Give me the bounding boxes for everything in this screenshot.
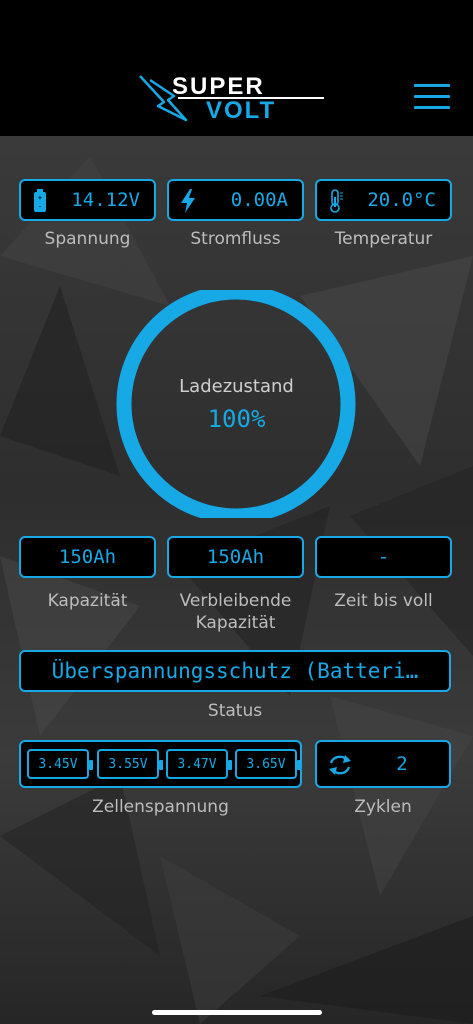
current-value: 0.00A: [230, 189, 288, 211]
refresh-cycle-icon: [329, 755, 351, 775]
temperature-label: Temperatur: [334, 229, 433, 249]
voltage-value: 14.12V: [71, 189, 140, 211]
current-box: 0.00A: [167, 179, 304, 221]
logo-text-super: SUPER: [172, 73, 265, 100]
cycles-box: 2: [315, 740, 451, 788]
charge-title: Ladezustand: [179, 376, 294, 397]
time-to-full-box: -: [315, 536, 452, 578]
capacity-box: 150Ah: [19, 536, 156, 578]
cell-voltage-label: Zellenspannung: [92, 797, 229, 817]
remaining-capacity-label-line1: Verbleibende: [179, 591, 292, 611]
charge-value: 100%: [207, 405, 266, 433]
current-label: Stromfluss: [190, 229, 281, 249]
hamburger-menu-icon[interactable]: [414, 84, 450, 112]
remaining-capacity-label: Verbleibende Kapazität: [157, 590, 314, 634]
battery-icon: + -: [34, 189, 46, 212]
cell-voltage-3: 3.47V: [166, 749, 232, 779]
status-label: Status: [207, 701, 263, 721]
cycles-label: Zyklen: [354, 797, 412, 817]
app-header: SUPER VOLT: [0, 0, 473, 136]
lightning-icon: [181, 189, 195, 213]
cell-voltage-2: 3.55V: [97, 749, 163, 779]
supervolt-logo: SUPER VOLT: [139, 73, 324, 124]
status-box: Überspannungsschutz (Batteri…: [19, 650, 451, 692]
cell-voltage-4: 3.65V: [235, 749, 301, 779]
time-to-full-value: -: [377, 546, 390, 568]
capacity-label: Kapazität: [47, 591, 128, 611]
temperature-value: 20.0°C: [367, 189, 436, 211]
background-pattern: [0, 136, 473, 1024]
voltage-label: Spannung: [44, 229, 131, 249]
home-indicator[interactable]: [152, 1010, 322, 1015]
cell-voltage-1: 3.45V: [27, 749, 93, 779]
temperature-box: 20.0°C: [315, 179, 452, 221]
remaining-capacity-label-line2: Kapazität: [195, 613, 276, 633]
svg-text:-: -: [38, 203, 42, 211]
status-value: Überspannungsschutz (Batteri…: [51, 659, 419, 683]
time-to-full-label: Zeit bis voll: [334, 591, 433, 611]
remaining-capacity-box: 150Ah: [167, 536, 304, 578]
thermometer-icon: [330, 189, 343, 213]
remaining-capacity-value: 150Ah: [206, 546, 265, 568]
voltage-box: + - 14.12V: [19, 179, 156, 221]
charge-ring: [116, 290, 356, 518]
svg-text:+: +: [38, 194, 42, 202]
logo-text-volt: VOLT: [206, 97, 276, 124]
cycles-value: 2: [396, 753, 408, 775]
capacity-value: 150Ah: [58, 546, 117, 568]
